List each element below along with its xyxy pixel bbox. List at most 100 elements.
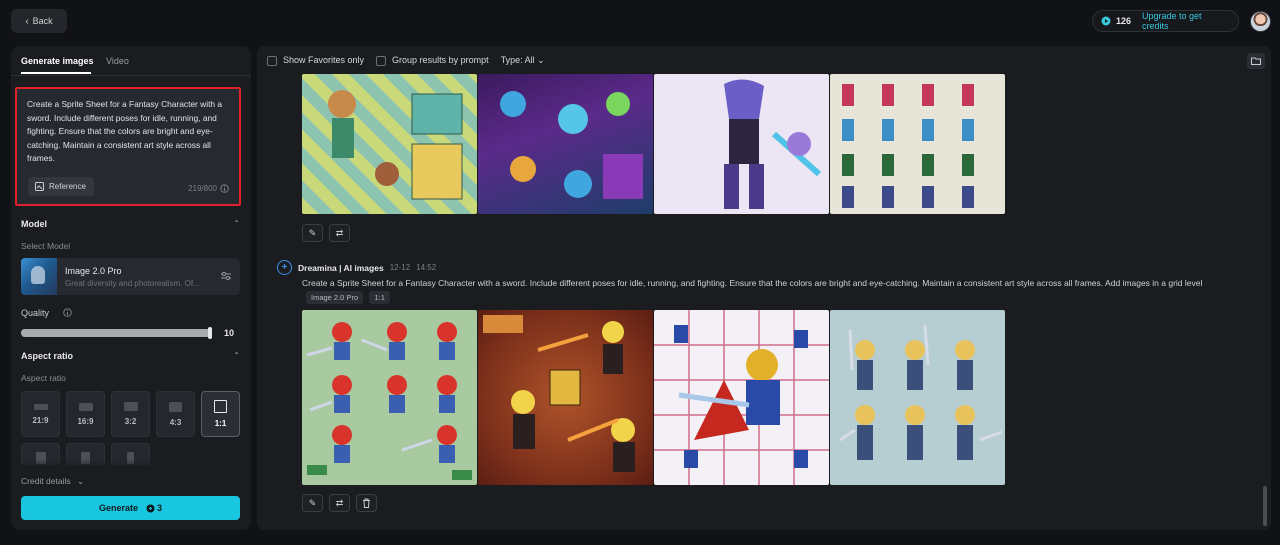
ratio-label: 21:9 — [32, 415, 49, 425]
ratio-label: 4:3 — [169, 417, 182, 427]
ratio-21-9[interactable]: 21:9 — [21, 391, 60, 437]
ratio-3-2-icon — [123, 402, 138, 411]
back-button[interactable]: ‹ Back — [11, 9, 67, 33]
edit-button[interactable]: ✎ — [302, 494, 323, 512]
chevron-down-icon: ⌄ — [76, 476, 85, 486]
generated-image-8[interactable] — [830, 310, 1005, 485]
quality-handle[interactable] — [208, 327, 212, 339]
regenerate-button[interactable]: ⇄ — [329, 224, 350, 242]
generation-prompt[interactable]: Create a Sprite Sheet for a Fantasy Char… — [302, 276, 1242, 304]
character-sprite-illustration — [306, 322, 472, 480]
generated-image-3[interactable] — [654, 74, 829, 214]
character-sprite-illustration — [839, 324, 1003, 460]
ratio-16-9[interactable]: 16:9 — [66, 391, 105, 437]
scrollbar[interactable] — [1263, 486, 1267, 526]
image-reference-icon — [35, 182, 44, 191]
group-results-toggle[interactable]: Group results by prompt — [376, 55, 489, 66]
character-sprite-illustration — [724, 79, 821, 209]
generated-image-5[interactable] — [302, 310, 477, 485]
generate-cost-value: 3 — [157, 503, 163, 513]
model-tag: Image 2.0 Pro — [306, 291, 364, 304]
upgrade-link[interactable]: Upgrade to get credits — [1142, 11, 1230, 31]
generated-image-2[interactable] — [478, 74, 653, 214]
reference-button[interactable]: Reference — [28, 177, 94, 196]
generate-cost: 3 — [146, 503, 162, 513]
trash-icon — [363, 498, 370, 508]
character-sprite-illustration — [842, 84, 974, 208]
show-favorites-label: Show Favorites only — [283, 55, 365, 66]
results-panel: Show Favorites only Group results by pro… — [257, 46, 1271, 530]
quality-fill — [21, 329, 211, 337]
checkbox[interactable] — [267, 55, 277, 66]
credits-count: 126 — [1115, 16, 1131, 26]
filter-bar: Show Favorites only Group results by pro… — [267, 55, 545, 66]
type-filter-label: Type: All — [500, 55, 535, 65]
aspect-ratio-label: Aspect ratio — [21, 373, 66, 383]
generated-image-1[interactable] — [302, 74, 477, 214]
chevron-up-icon[interactable]: ⌃ — [233, 219, 240, 228]
generated-image-6[interactable] — [478, 310, 653, 485]
tab-video[interactable]: Video — [106, 56, 129, 66]
chevron-up-icon[interactable]: ⌃ — [233, 351, 240, 360]
ratio-tag: 1:1 — [369, 291, 390, 304]
show-favorites-toggle[interactable]: Show Favorites only — [267, 55, 364, 66]
edit-button[interactable]: ✎ — [302, 224, 323, 242]
char-count-value: 219/800 — [188, 184, 217, 193]
avatar[interactable] — [1250, 11, 1271, 32]
ratio-label: 16:9 — [77, 416, 94, 426]
credit-details-label: Credit details — [21, 476, 71, 486]
scroll-fade — [11, 459, 251, 471]
character-sprite-illustration — [483, 315, 635, 472]
divider — [11, 75, 251, 76]
model-description: Great diversity and photorealism. Of... — [65, 279, 200, 288]
chevron-down-icon: ⌄ — [537, 55, 545, 65]
ratio-label: 1:1 — [214, 419, 227, 428]
checkbox[interactable] — [376, 55, 387, 66]
generation-prompt-text: Create a Sprite Sheet for a Fantasy Char… — [302, 278, 1203, 288]
model-section-title: Model — [21, 219, 47, 229]
sliders-icon[interactable] — [220, 270, 232, 282]
model-thumbnail — [21, 258, 57, 295]
type-filter-dropdown[interactable]: Type: All ⌄ — [501, 55, 545, 66]
credits-icon — [1101, 16, 1111, 26]
chevron-left-icon: ‹ — [25, 15, 29, 27]
ratio-1-1[interactable]: 1:1 — [201, 391, 240, 437]
folder-button[interactable] — [1247, 53, 1265, 69]
repeat-icon: ⇄ — [335, 497, 344, 508]
pencil-icon: ✎ — [308, 497, 317, 508]
generate-button[interactable]: Generate 3 — [21, 496, 240, 520]
generation-date: 12-12 — [389, 263, 411, 272]
regenerate-button[interactable]: ⇄ — [329, 494, 350, 512]
info-icon[interactable] — [220, 184, 229, 193]
generated-image-7[interactable] — [654, 310, 829, 485]
generated-image-4[interactable] — [830, 74, 1005, 214]
quality-value: 10 — [224, 328, 235, 338]
back-label: Back — [32, 16, 53, 26]
ratio-21-9-icon — [33, 403, 48, 410]
quality-slider[interactable] — [21, 329, 211, 337]
prompt-text[interactable]: Create a Sprite Sheet for a Fantasy Char… — [27, 98, 235, 166]
generation-sidebar: Generate images Video Create a Sprite Sh… — [11, 46, 251, 530]
credit-details-toggle[interactable]: Credit details ⌄ — [21, 476, 84, 487]
generation-source: Dreamina | AI images — [298, 262, 384, 273]
credit-icon — [146, 504, 155, 512]
delete-button[interactable] — [356, 494, 377, 512]
reference-label: Reference — [49, 182, 86, 191]
ratio-3-2[interactable]: 3:2 — [111, 391, 150, 437]
ratio-4-3-icon — [169, 401, 182, 412]
credits-pill[interactable]: 126 Upgrade to get credits — [1092, 10, 1239, 32]
prompt-input[interactable]: Create a Sprite Sheet for a Fantasy Char… — [15, 87, 241, 206]
generate-label: Generate — [98, 503, 138, 513]
tab-generate-images[interactable]: Generate images — [21, 56, 94, 66]
generation-time: 14:52 — [416, 263, 437, 272]
model-name: Image 2.0 Pro — [65, 266, 122, 276]
ratio-4-3[interactable]: 4:3 — [156, 391, 195, 437]
ratio-label: 3:2 — [124, 417, 137, 426]
model-selector[interactable]: Image 2.0 Pro Great diversity and photor… — [21, 258, 240, 295]
dreamina-logo-icon: + — [277, 260, 292, 275]
quality-label: Quality — [21, 308, 50, 318]
info-icon[interactable] — [63, 308, 72, 317]
char-count: 219/800 — [188, 184, 229, 193]
active-tab-indicator — [21, 72, 91, 74]
folder-icon — [1251, 57, 1261, 65]
